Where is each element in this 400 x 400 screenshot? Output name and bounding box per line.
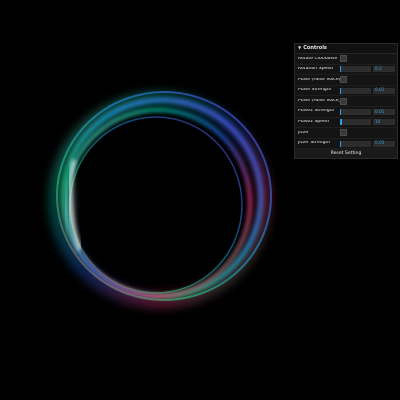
jitter-strength-value[interactable]: 0.05 <box>373 140 395 147</box>
rotation-speed-slider[interactable] <box>340 66 371 73</box>
row-label: jitter <box>298 130 309 135</box>
row-label: jitter Strength <box>298 141 331 146</box>
row-rotation-speed: Rotation Speed 0.2 <box>295 65 397 76</box>
jitter-checkbox[interactable] <box>340 129 347 137</box>
slider-fill <box>340 66 341 73</box>
row-jitter: jitter <box>295 128 397 139</box>
slider-fill <box>340 108 341 115</box>
pulse2-strength-slider[interactable] <box>340 108 371 115</box>
row-rotate-clockwise: Rotate Clockwise <box>295 54 397 65</box>
jitter-strength-slider[interactable] <box>340 140 371 147</box>
slider-fill <box>340 119 342 126</box>
row-label: Pulse Strength <box>298 88 332 93</box>
pulse-strength-value[interactable]: 0.02 <box>373 87 395 94</box>
row-pulse2-speed: Pulse2 Speed 10 <box>295 118 397 129</box>
row-jitter-strength: jitter Strength 0.05 <box>295 139 397 150</box>
slider-fill <box>340 87 341 94</box>
row-label: Pulse2 Strength <box>298 109 335 114</box>
row-pulse-false-voice: Pulse (False Voice) <box>295 75 397 86</box>
row-pulse-strength: Pulse Strength 0.02 <box>295 86 397 97</box>
reset-setting-button[interactable]: Reset Setting <box>295 149 397 159</box>
row-label: Pulse (False Voice_2) <box>298 98 340 103</box>
panel-title: Controls <box>303 45 327 51</box>
glow-ring <box>49 91 272 308</box>
pulse2-checkbox[interactable] <box>340 97 347 105</box>
rotation-speed-value[interactable]: 0.2 <box>373 66 395 73</box>
slider-fill <box>340 140 341 147</box>
row-label: Pulse (False Voice) <box>298 77 340 82</box>
row-label: Rotate Clockwise <box>298 56 338 61</box>
row-label: Rotation Speed <box>298 67 334 72</box>
pulse2-strength-value[interactable]: 0.01 <box>373 108 395 115</box>
chevron-down-icon[interactable]: ▼ <box>298 46 301 50</box>
row-pulse-false-voice-2: Pulse (False Voice_2) <box>295 96 397 107</box>
row-pulse2-strength: Pulse2 Strength 0.01 <box>295 107 397 118</box>
controls-header[interactable]: ▼ Controls <box>295 44 397 54</box>
pulse-strength-slider[interactable] <box>340 87 371 94</box>
pulse2-speed-slider[interactable] <box>340 119 371 126</box>
controls-panel: ▼ Controls Rotate Clockwise Rotation Spe… <box>294 43 398 160</box>
rotate-clockwise-checkbox[interactable] <box>340 55 347 63</box>
pulse-checkbox[interactable] <box>340 76 347 84</box>
row-label: Pulse2 Speed <box>298 120 329 125</box>
pulse2-speed-value[interactable]: 10 <box>373 119 395 126</box>
